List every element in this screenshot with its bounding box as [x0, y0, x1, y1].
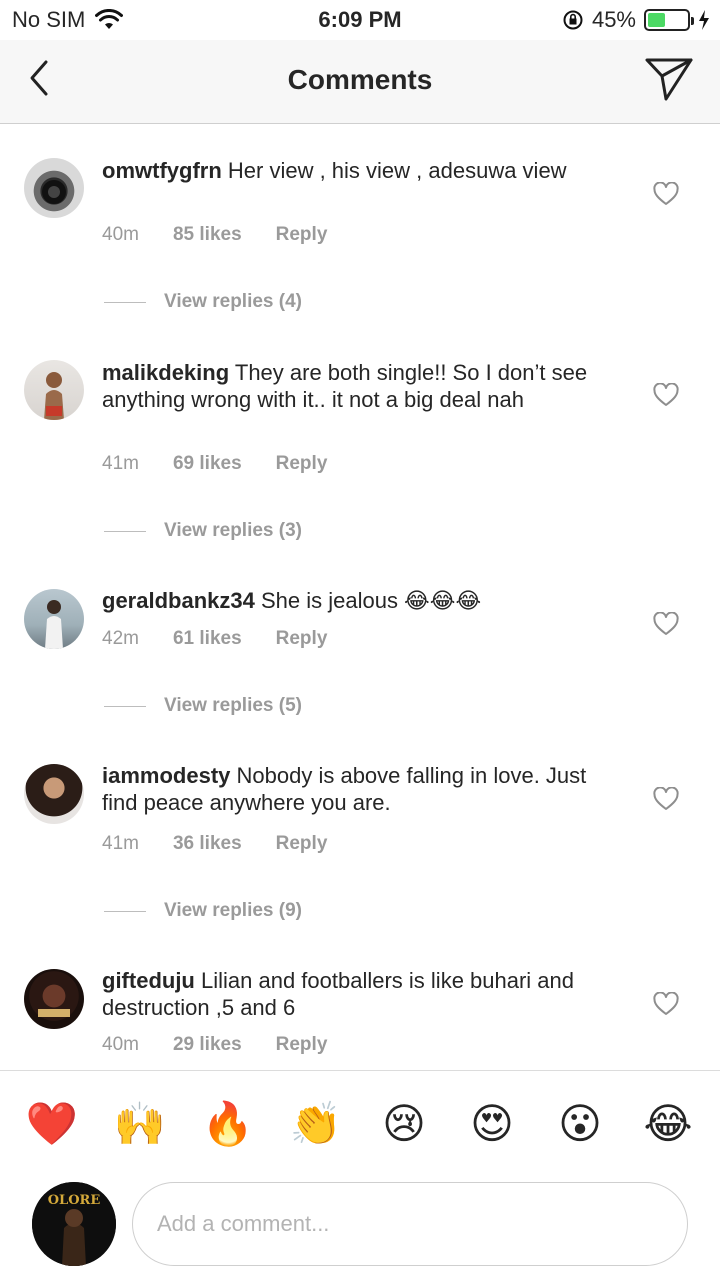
reply-button[interactable]: Reply: [276, 833, 328, 855]
comment-meta: 40m 85 likes Reply: [102, 224, 327, 246]
avatar[interactable]: [24, 158, 84, 218]
avatar[interactable]: [24, 589, 84, 649]
comment-time: 41m: [102, 833, 139, 854]
emoji-clap-button[interactable]: 👏: [288, 1099, 344, 1149]
comment-composer: OLORE: [0, 1176, 720, 1280]
comment-text: She is jealous 😂😂😂: [260, 588, 482, 613]
emoji-crying-button[interactable]: 😢: [376, 1099, 432, 1149]
divider-line: [104, 910, 146, 912]
view-replies-label: View replies (5): [164, 695, 302, 716]
avatar[interactable]: [24, 360, 84, 420]
comment-content: gifteduju Lilian and footballers is like…: [102, 967, 622, 1021]
comment-username[interactable]: omwtfygfrn: [102, 158, 222, 183]
comment-meta: 42m 61 likes Reply: [102, 628, 327, 650]
reply-button[interactable]: Reply: [276, 628, 328, 650]
comment-time: 41m: [102, 453, 139, 474]
comment-meta: 41m 69 likes Reply: [102, 453, 327, 475]
paper-plane-icon[interactable]: [644, 56, 694, 102]
heart-icon[interactable]: [653, 992, 679, 1016]
page-title: Comments: [287, 64, 433, 95]
divider-line: [104, 705, 146, 707]
comment-username[interactable]: gifteduju: [102, 968, 195, 993]
battery-percent: 45%: [591, 7, 636, 32]
comment-likes[interactable]: 29 likes: [173, 1034, 242, 1056]
comment-likes[interactable]: 85 likes: [173, 224, 242, 246]
avatar-logo-text: OLORE: [48, 1193, 101, 1208]
emoji-quick-bar: ❤️ 🙌 🔥 👏 😢 😍 😮 😂: [0, 1070, 720, 1176]
comment-username[interactable]: iammodesty: [102, 763, 230, 788]
reply-button[interactable]: Reply: [276, 453, 328, 475]
comment-text: Her view , his view , adesuwa view: [227, 158, 567, 183]
comment-likes[interactable]: 69 likes: [173, 453, 242, 475]
navigation-bar: Comments: [0, 40, 720, 124]
heart-icon[interactable]: [653, 182, 679, 206]
comment-time: 40m: [102, 224, 139, 245]
heart-icon[interactable]: [653, 612, 679, 636]
emoji-heart-eyes-button[interactable]: 😍: [464, 1099, 520, 1149]
heart-icon[interactable]: [653, 787, 679, 811]
avatar[interactable]: [24, 969, 84, 1029]
comment-content: iammodesty Nobody is above falling in lo…: [102, 762, 622, 816]
comment-likes[interactable]: 61 likes: [173, 628, 242, 650]
comments-list[interactable]: omwtfygfrn Her view , his view , adesuwa…: [0, 125, 720, 1070]
comment-input[interactable]: [132, 1182, 688, 1266]
avatar[interactable]: [24, 764, 84, 824]
view-replies-label: View replies (4): [164, 291, 302, 312]
reply-button[interactable]: Reply: [276, 224, 328, 246]
comment-username[interactable]: malikdeking: [102, 360, 229, 385]
view-replies-button[interactable]: View replies (9): [104, 900, 302, 922]
orientation-lock-icon: [563, 10, 583, 30]
emoji-laughing-button[interactable]: 😂: [640, 1099, 696, 1149]
comment-meta: 40m 29 likes Reply: [102, 1034, 327, 1056]
comment-content: omwtfygfrn Her view , his view , adesuwa…: [102, 157, 622, 184]
battery-icon: [644, 9, 694, 31]
emoji-fire-button[interactable]: 🔥: [200, 1099, 256, 1149]
battery-level: [648, 13, 666, 27]
battery-group: 45%: [562, 7, 710, 33]
view-replies-button[interactable]: View replies (3): [104, 520, 302, 542]
view-replies-label: View replies (9): [164, 900, 302, 921]
divider-line: [104, 530, 146, 532]
emoji-heart-button[interactable]: ❤️: [24, 1099, 80, 1149]
comment-content: malikdeking They are both single!! So I …: [102, 359, 622, 413]
view-replies-label: View replies (3): [164, 520, 302, 541]
view-replies-button[interactable]: View replies (5): [104, 695, 302, 717]
comment-meta: 41m 36 likes Reply: [102, 833, 327, 855]
comment-likes[interactable]: 36 likes: [173, 833, 242, 855]
divider-line: [104, 301, 146, 303]
comment-username[interactable]: geraldbankz34: [102, 588, 255, 613]
heart-icon[interactable]: [653, 383, 679, 407]
emoji-raised-hands-button[interactable]: 🙌: [112, 1099, 168, 1149]
comment-time: 40m: [102, 1034, 139, 1055]
reply-button[interactable]: Reply: [276, 1034, 328, 1056]
comment-content: geraldbankz34 She is jealous 😂😂😂: [102, 587, 622, 614]
emoji-surprised-button[interactable]: 😮: [552, 1099, 608, 1149]
my-avatar: OLORE: [32, 1182, 116, 1266]
view-replies-button[interactable]: View replies (4): [104, 291, 302, 313]
status-bar: No SIM 6:09 PM 45%: [0, 0, 720, 40]
charging-bolt-icon: [699, 10, 709, 30]
comment-time: 42m: [102, 628, 139, 649]
